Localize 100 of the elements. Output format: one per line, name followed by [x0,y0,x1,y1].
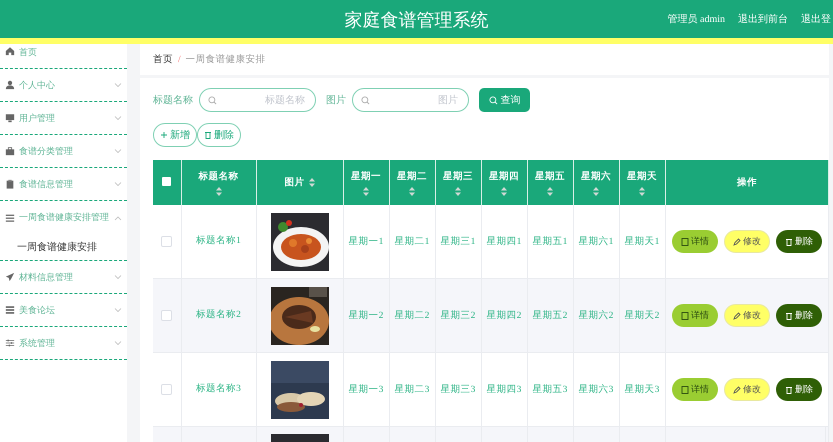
column-header: 星期四 [489,170,519,182]
sidebar-item[interactable]: 一周食谱健康安排管理 [19,211,109,224]
column-header: 星期五 [535,170,565,182]
sidebar-item[interactable]: 食谱分类管理 [19,144,73,158]
pencil-icon [732,312,741,320]
chevron-icon [114,115,122,121]
header-link[interactable]: 退出登 [801,12,831,26]
sort-icon[interactable] [639,186,645,196]
edit-button[interactable]: 修改 [724,304,770,327]
pencil-icon [732,386,741,394]
header-link[interactable]: 退出到前台 [738,12,788,26]
trash-icon [204,131,212,139]
sidebar-item[interactable]: 系统管理 [19,336,55,350]
breadcrumb-item[interactable]: 首页 [153,53,173,66]
chevron-icon [114,148,122,154]
delete-button[interactable]: 删除 [776,230,822,253]
row-checkbox[interactable] [161,384,172,395]
search-field[interactable]: 标题名称 [199,88,316,112]
column-header: 星期三 [443,170,473,182]
menu-icon [5,272,15,282]
sort-icon[interactable] [501,186,507,196]
header-link[interactable]: 管理员 admin [668,12,725,26]
search-icon [361,96,370,104]
edit-button[interactable]: 修改 [724,378,770,401]
edit-button[interactable]: 修改 [724,230,770,253]
select-all-checkbox[interactable] [162,176,172,186]
menu-icon [5,146,15,156]
menu-icon [5,179,15,189]
menu-icon [5,80,15,90]
delete-button[interactable]: 删除 [197,123,241,147]
table-cell: 星期三1 [440,237,476,247]
table-cell: 星期六2 [578,311,614,321]
submenu-item[interactable]: 一周食谱健康安排 [17,240,97,254]
table-cell-text: 标题名称1 [196,234,242,248]
column-header: 图片 [284,176,304,189]
sort-icon[interactable] [547,186,553,196]
sort-icon[interactable] [216,186,222,196]
column-header: 标题名称 [198,170,238,182]
sort-icon[interactable] [363,186,369,196]
search-field[interactable]: 图片 [352,88,469,112]
sort-icon[interactable] [455,186,461,196]
table-cell: 星期二3 [394,385,430,395]
chevron-icon [114,274,122,280]
table-cell: 星期天1 [624,237,660,247]
breadcrumb-separator: / [178,54,181,64]
search-icon [208,96,217,104]
search-button[interactable]: 查询 [479,88,530,112]
menu-icon [5,338,15,348]
sidebar-item[interactable]: 个人中心 [19,78,55,92]
document-icon [680,238,689,246]
field-label: 图片 [326,94,346,107]
table-cell: 星期四3 [486,385,522,395]
table-cell: 星期三2 [440,311,476,321]
table-cell: 星期六1 [578,237,614,247]
column-header: 操作 [736,176,757,189]
delete-button[interactable]: 删除 [776,304,822,327]
details-button[interactable]: 详情 [672,230,718,253]
chevron-icon [114,82,122,88]
sidebar-item[interactable]: 材料信息管理 [19,270,73,284]
table-cell-text: 标题名称2 [196,308,242,322]
row-checkbox[interactable] [161,310,172,321]
document-icon [680,386,689,394]
table-cell: 星期二2 [394,311,430,321]
sidebar-item[interactable]: 用户管理 [19,112,55,124]
details-button[interactable]: 详情 [672,378,718,401]
pencil-icon [732,238,741,246]
field-label: 标题名称 [153,94,193,107]
table-cell: 星期三3 [440,385,476,395]
table-cell: 星期四2 [486,311,522,321]
trash-icon [784,238,793,246]
search-icon [488,96,498,104]
table-cell: 星期六3 [578,385,614,395]
table-cell: 星期五1 [532,237,568,247]
add-button[interactable]: 新增 [153,123,197,147]
sidebar-item[interactable]: 美食论坛 [19,304,55,316]
app-title: 家庭食谱管理系统 [344,9,488,32]
menu-icon [5,212,15,222]
table-cell: 星期一3 [348,385,384,395]
column-header: 星期二 [397,170,427,182]
chevron-icon [114,340,122,346]
table-cell: 星期五3 [532,385,568,395]
sidebar-item[interactable]: 食谱信息管理 [19,178,73,190]
sort-icon[interactable] [409,186,415,196]
trash-icon [784,386,793,394]
table-cell: 星期四1 [486,237,522,247]
row-checkbox[interactable] [161,236,172,247]
chevron-icon [114,181,122,187]
delete-button[interactable]: 删除 [776,378,822,401]
column-header: 星期六 [581,170,611,182]
table-cell: 星期二1 [394,237,430,247]
sort-icon[interactable] [593,186,599,196]
column-header: 星期一 [351,170,381,182]
table-cell: 星期一1 [348,237,384,247]
details-button[interactable]: 详情 [672,304,718,327]
sort-icon[interactable] [308,178,314,187]
menu-icon [5,46,15,56]
sidebar-item[interactable]: 首页 [19,46,37,59]
table-cell: 星期五2 [532,311,568,321]
plus-icon [160,131,168,139]
chevron-icon [114,214,122,220]
